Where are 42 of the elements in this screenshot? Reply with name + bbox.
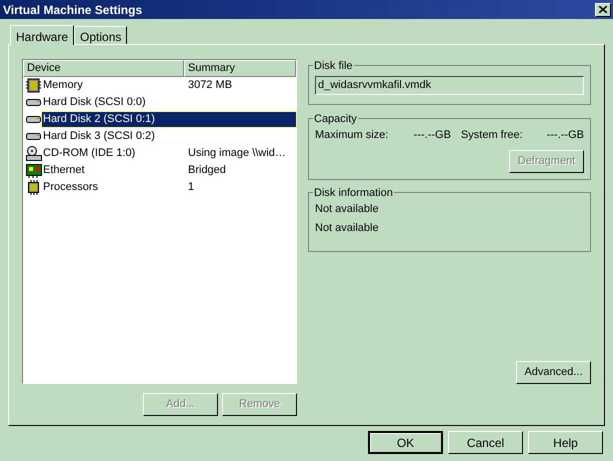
device-label: Processors [42, 180, 100, 196]
list-item[interactable]: Memory 3072 MB [42, 78, 296, 93]
close-icon [599, 6, 607, 13]
list-item[interactable]: Hard Disk (SCSI 0:0) [42, 95, 296, 110]
close-button[interactable] [595, 2, 611, 16]
field-value: d_widasrvvmkafil.vmdk [318, 78, 432, 94]
field-value: ---.--GB [412, 128, 451, 143]
list-item[interactable]: Processors 1 [42, 180, 296, 195]
group-title: Capacity [313, 111, 358, 128]
column-header[interactable]: Summary [184, 60, 296, 77]
device-label: Hard Disk 3 (SCSI 0:2) [42, 129, 156, 144]
info-text: Not available [315, 220, 380, 236]
advanced-button[interactable]: Advanced... [516, 361, 591, 384]
list-item[interactable]: Hard Disk 3 (SCSI 0:2) [42, 129, 296, 144]
list-item[interactable]: CD-ROM (IDE 1:0) Using image \\wid… [42, 146, 296, 161]
device-label: CD-ROM (IDE 1:0) [42, 146, 136, 162]
summary-text: Bridged [187, 163, 226, 178]
field-value: ---.--GB [546, 128, 584, 143]
field-label: Maximum size: [315, 128, 390, 143]
list-item[interactable]: Hard Disk 2 (SCSI 0:1) [42, 112, 296, 127]
window-title: Virtual Machine Settings [3, 2, 142, 18]
dialog-button[interactable]: Help [528, 431, 603, 454]
device-label: Hard Disk 2 (SCSI 0:1) [42, 112, 156, 128]
tab[interactable]: Hardware [10, 25, 74, 45]
disk-file-field[interactable]: d_widasrvvmkafil.vmdk [315, 76, 584, 95]
column-header[interactable]: Device [23, 60, 184, 77]
info-text: Not available [315, 202, 380, 217]
summary-text: Using image \\wid… [187, 146, 286, 162]
network-card-icon [26, 164, 42, 178]
list-item[interactable]: Ethernet Bridged [42, 163, 296, 178]
summary-text: 1 [187, 180, 194, 196]
dialog-button[interactable]: OK [368, 431, 443, 454]
field-label: System free: [460, 128, 524, 143]
dialog-button[interactable]: Cancel [448, 431, 523, 454]
tab[interactable]: Options [74, 26, 128, 44]
memory-chip-icon [26, 78, 41, 93]
cd-drive-icon [26, 146, 42, 162]
device-label: Memory [42, 78, 84, 94]
summary-text: 3072 MB [187, 78, 232, 94]
device-label: Hard Disk (SCSI 0:0) [42, 95, 147, 110]
processor-icon [26, 180, 41, 195]
device-label: Ethernet [42, 163, 86, 178]
